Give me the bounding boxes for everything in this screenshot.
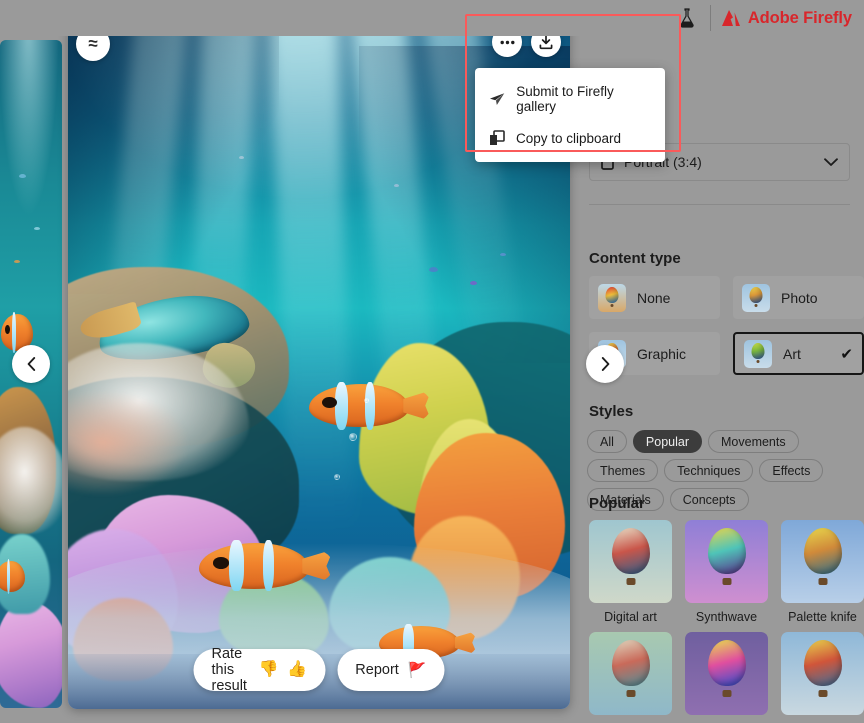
style-thumbnail <box>685 632 768 715</box>
content-type-art[interactable]: Art ✔ <box>733 332 864 375</box>
brand-name: Adobe Firefly <box>747 8 852 27</box>
style-thumbnail <box>589 632 672 715</box>
style-filter-movements[interactable]: Movements <box>708 430 799 453</box>
clownfish-middle <box>198 540 334 592</box>
thumbs-down-icon[interactable]: 👎 <box>258 662 278 678</box>
panel-divider <box>589 204 850 205</box>
send-paper-plane-icon <box>489 92 505 105</box>
style-label: Digital art <box>604 610 657 624</box>
content-type-title: Content type <box>589 250 681 267</box>
style-thumbnail-grid: Digital art Synthwave Palette knife Laye… <box>589 520 864 723</box>
toolbar-divider <box>709 5 711 31</box>
image-options-menu: Submit to Firefly gallery Copy to clipbo… <box>475 68 665 162</box>
style-filter-popular[interactable]: Popular <box>632 430 702 453</box>
thumbs-up-icon[interactable]: 👍 <box>287 662 307 678</box>
menu-item-submit-to-firefly-gallery[interactable]: Submit to Firefly gallery <box>475 76 665 122</box>
style-card-neon[interactable]: Neon <box>685 632 768 723</box>
style-filter-techniques[interactable]: Techniques <box>664 459 754 482</box>
report-flag-icon: 🚩 <box>407 662 427 679</box>
content-type-none[interactable]: None <box>589 276 720 319</box>
style-label: Palette knife <box>788 610 857 624</box>
style-filter-themes[interactable]: Themes <box>587 459 659 482</box>
content-type-label: None <box>637 289 671 306</box>
content-type-label: Art <box>783 345 801 362</box>
chevron-right-icon <box>601 357 609 371</box>
style-label: Synthwave <box>695 610 758 624</box>
style-filter-concepts[interactable]: Concepts <box>669 488 749 511</box>
style-card-digital-art[interactable]: Digital art <box>589 520 672 624</box>
report-button[interactable]: Report 🚩 <box>337 649 445 691</box>
menu-item-copy-to-clipboard[interactable]: Copy to clipboard <box>475 122 665 154</box>
previous-image-button[interactable] <box>12 345 50 383</box>
next-image-button[interactable] <box>586 345 624 383</box>
style-filter-effects[interactable]: Effects <box>759 459 824 482</box>
style-card-palette-knife[interactable]: Palette knife <box>781 520 864 624</box>
content-type-grid: None Photo Graphic Art ✔ <box>589 276 864 375</box>
popular-group-title: Popular <box>589 495 645 512</box>
adobe-firefly-brand[interactable]: Adobe Firefly <box>721 9 856 28</box>
top-bar: Adobe Firefly <box>0 0 864 36</box>
content-type-label: Photo <box>781 289 818 306</box>
content-type-label: Graphic <box>637 345 687 362</box>
download-icon <box>539 34 553 50</box>
selected-check-icon: ✔ <box>840 345 853 363</box>
content-type-photo[interactable]: Photo <box>733 276 864 319</box>
menu-item-label: Copy to clipboard <box>516 130 622 146</box>
adobe-logo-icon <box>721 10 740 26</box>
content-type-thumbnail <box>744 339 772 368</box>
content-type-thumbnail <box>742 283 770 312</box>
style-card-synthwave[interactable]: Synthwave <box>685 520 768 624</box>
style-card-layered-paper[interactable]: Layered paper <box>589 632 672 723</box>
chevron-down-icon <box>824 157 838 166</box>
style-filter-all[interactable]: All <box>587 430 627 453</box>
rate-label: Rate this result <box>211 646 247 694</box>
report-label: Report <box>355 662 399 678</box>
firefly-text-to-image-app: Adobe Firefly ≈ Rate this result 👎 👍 Rep… <box>0 0 864 723</box>
feedback-bar: Rate this result 👎 👍 Report 🚩 <box>193 646 445 694</box>
style-thumbnail <box>589 520 672 603</box>
style-card-chaotic[interactable]: Chaotic <box>781 632 864 723</box>
style-thumbnail <box>781 632 864 715</box>
clownfish-upper <box>308 381 432 430</box>
flask-beta-icon[interactable] <box>670 3 704 33</box>
more-options-icon <box>500 40 514 44</box>
style-thumbnail <box>781 520 864 603</box>
content-type-thumbnail <box>598 283 626 312</box>
style-thumbnail <box>685 520 768 603</box>
copy-clipboard-icon <box>490 130 505 145</box>
menu-item-label: Submit to Firefly gallery <box>516 84 614 114</box>
chevron-left-icon <box>27 357 35 371</box>
rate-this-result-button[interactable]: Rate this result 👎 👍 <box>193 646 326 694</box>
styles-title: Styles <box>589 403 634 420</box>
